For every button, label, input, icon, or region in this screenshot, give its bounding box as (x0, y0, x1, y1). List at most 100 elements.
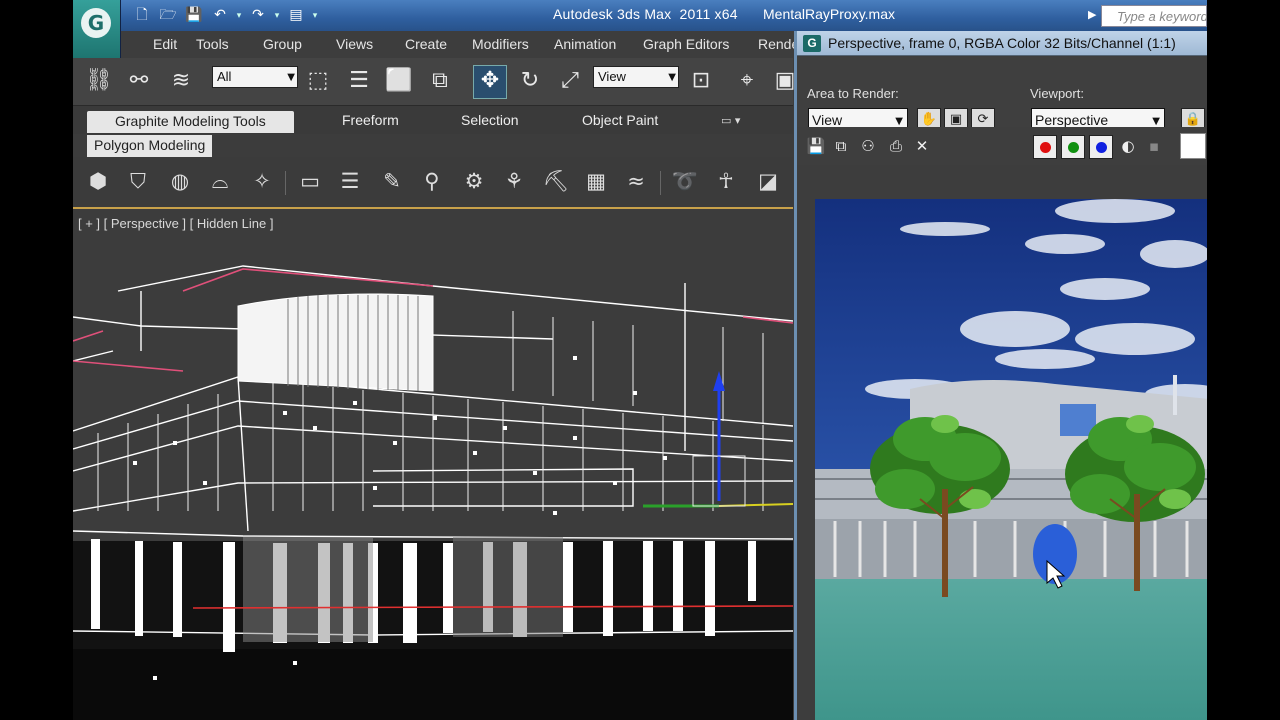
tab-freeform[interactable]: Freeform (342, 112, 399, 128)
menu-modifiers[interactable]: Modifiers (472, 36, 529, 52)
blue-channel-toggle[interactable] (1089, 135, 1113, 159)
smooth-icon[interactable]: ⌓ (205, 166, 235, 196)
qat-customize-icon[interactable]: ▾ (311, 10, 319, 21)
alpha-channel-icon[interactable]: ◐ (1117, 136, 1139, 156)
polygon-modeling-panel-label[interactable]: Polygon Modeling (87, 135, 213, 157)
select-by-name-icon[interactable]: ☰ (343, 65, 375, 97)
render-toolbar: 💾 ⧉ ⚇ ⎙ ✕ ◐ ▪ (797, 127, 1207, 165)
tab-selection[interactable]: Selection (461, 112, 519, 128)
strips-icon[interactable]: ▦ (581, 166, 611, 196)
render-window-title-bar: G Perspective, frame 0, RGBA Color 32 Bi… (797, 31, 1207, 56)
sculpt-icon[interactable]: ⛏ (541, 166, 571, 196)
main-toolbar: ⛓ ⚯ ≋ All ▼ ⬚ ☰ ⬜ ⧉ ✥ ↻ ⤢ View ▼ ⊡ ⌖ ▣ (73, 58, 795, 106)
undo-dropdown-icon[interactable]: ▾ (235, 10, 243, 21)
menu-tools[interactable]: Tools (196, 36, 229, 52)
pivot-center-icon[interactable]: ⊡ (685, 65, 717, 97)
selection-filter-value: All (217, 69, 232, 84)
project-folder-icon[interactable]: ▤ (285, 5, 307, 25)
menu-views[interactable]: Views (336, 36, 373, 52)
application-button[interactable]: G (73, 0, 121, 58)
blue-channel-icon (1096, 142, 1107, 153)
bind-space-warp-icon[interactable]: ≋ (165, 65, 197, 97)
quick-access-toolbar: 🗋 🗁 💾 ↶ ▾ ↷ ▾ ▤ ▾ (131, 4, 319, 26)
cap-icon[interactable]: ▭ (295, 166, 325, 196)
3dsmax-logo-icon: G (81, 8, 111, 38)
menu-edit[interactable]: Edit (153, 36, 177, 52)
red-channel-toggle[interactable] (1033, 135, 1057, 159)
ribbon-panel: ⬢ ⛉ ◍ ⌓ ✧ ▭ ☰ ✎ ⚲ ⚙ ⚘ ⛏ ▦ ≈ ➰ ☥ ◪ (73, 157, 793, 209)
menu-group[interactable]: Group (263, 36, 302, 52)
box-icon[interactable]: ⬢ (83, 166, 113, 196)
window-crossing-icon[interactable]: ⧉ (424, 65, 456, 97)
search-input[interactable]: ▶ Type a keyword (1088, 5, 1207, 27)
area-to-render-label: Area to Render: (807, 86, 899, 101)
rotate-icon[interactable]: ↻ (514, 65, 546, 97)
redo-icon[interactable]: ↷ (247, 5, 269, 25)
render-controls: Area to Render: View ▼ ✋ ▣ ⟳ Viewport: P… (797, 57, 1207, 132)
waves-icon[interactable]: ≈ (621, 166, 651, 196)
chevron-down-icon: ▼ (287, 72, 295, 83)
green-channel-toggle[interactable] (1061, 135, 1085, 159)
reference-coordinate-dropdown[interactable]: View ▼ (593, 66, 679, 88)
selection-filter-dropdown[interactable]: All ▼ (212, 66, 298, 88)
viewport-label: Viewport: (1030, 86, 1084, 101)
search-placeholder: Type a keyword (1117, 9, 1207, 24)
sphere-icon[interactable]: ◍ (165, 166, 195, 196)
rectangular-selection-icon[interactable]: ⬜ (383, 65, 415, 97)
clone-window-icon[interactable]: ⚇ (857, 136, 879, 156)
green-channel-icon (1068, 142, 1079, 153)
shirt-icon[interactable]: ⛉ (123, 166, 153, 196)
wireframe-building (73, 265, 793, 720)
open-folder-icon[interactable]: 🗁 (157, 5, 179, 25)
perspective-viewport[interactable]: [ + ] [ Perspective ] [ Hidden Line ] (73, 211, 793, 720)
new-file-icon[interactable]: 🗋 (131, 5, 153, 25)
search-expand-icon[interactable]: ▶ (1088, 8, 1096, 21)
red-channel-icon (1040, 142, 1051, 153)
color-swatch[interactable] (1180, 133, 1206, 159)
loop-icon[interactable]: ➰ (670, 166, 700, 196)
viewport-value: Perspective (1035, 112, 1109, 128)
menu-animation[interactable]: Animation (554, 36, 616, 52)
select-and-link-icon[interactable]: ⛓ (83, 65, 115, 97)
app-window: 🗋 🗁 💾 ↶ ▾ ↷ ▾ ▤ ▾ Autodesk 3ds Max 2011 … (73, 0, 1207, 720)
move-icon: ✥ (480, 68, 500, 93)
tab-object-paint[interactable]: Object Paint (582, 112, 658, 128)
select-manipulate-icon[interactable]: ⌖ (731, 65, 763, 97)
3dsmax-logo-icon: G (803, 35, 821, 52)
star-icon[interactable]: ✧ (247, 166, 277, 196)
undo-icon[interactable]: ↶ (209, 5, 231, 25)
brush-icon[interactable]: ✎ (377, 166, 407, 196)
menu-create[interactable]: Create (405, 36, 447, 52)
screen: 🗋 🗁 💾 ↶ ▾ ↷ ▾ ▤ ▾ Autodesk 3ds Max 2011 … (0, 0, 1280, 720)
redo-dropdown-icon[interactable]: ▾ (273, 10, 281, 21)
ribbon-options-icon[interactable]: ▭ ▾ (721, 114, 740, 127)
panel-divider (660, 171, 661, 195)
monochrome-icon[interactable]: ▪ (1143, 136, 1165, 156)
tab-graphite-modeling-tools[interactable]: Graphite Modeling Tools (87, 111, 294, 133)
rendered-scene (815, 199, 1207, 720)
title-bar: 🗋 🗁 💾 ↶ ▾ ↷ ▾ ▤ ▾ Autodesk 3ds Max 2011 … (73, 0, 1207, 31)
app-title: Autodesk 3ds Max 2011 x64 (553, 6, 738, 22)
file-name: MentalRayProxy.max (763, 6, 896, 22)
paint-icon[interactable]: ⚲ (417, 166, 447, 196)
tweak-icon[interactable]: ⚘ (499, 166, 529, 196)
render-window-title: Perspective, frame 0, RGBA Color 32 Bits… (828, 35, 1176, 51)
panel-divider (285, 171, 286, 195)
save-icon[interactable]: 💾 (183, 5, 205, 25)
fill-icon[interactable]: ◪ (753, 166, 783, 196)
select-object-icon[interactable]: ⬚ (302, 65, 334, 97)
print-icon[interactable]: ⎙ (885, 136, 907, 156)
figure-icon[interactable]: ☥ (711, 166, 741, 196)
save-image-icon[interactable]: 💾 (805, 136, 827, 156)
viewport-label[interactable]: [ + ] [ Perspective ] [ Hidden Line ] (78, 216, 273, 231)
gear-icon[interactable]: ⚙ (459, 166, 489, 196)
stack-icon[interactable]: ☰ (335, 166, 365, 196)
unlink-icon[interactable]: ⚯ (123, 65, 155, 97)
clear-icon[interactable]: ✕ (911, 136, 933, 156)
menu-graph-editors[interactable]: Graph Editors (643, 36, 729, 52)
screen-margin-right (1207, 0, 1280, 720)
rendered-image[interactable] (815, 199, 1207, 720)
copy-image-icon[interactable]: ⧉ (830, 136, 852, 156)
scale-icon[interactable]: ⤢ (554, 65, 586, 97)
chevron-down-icon: ▼ (668, 72, 676, 83)
